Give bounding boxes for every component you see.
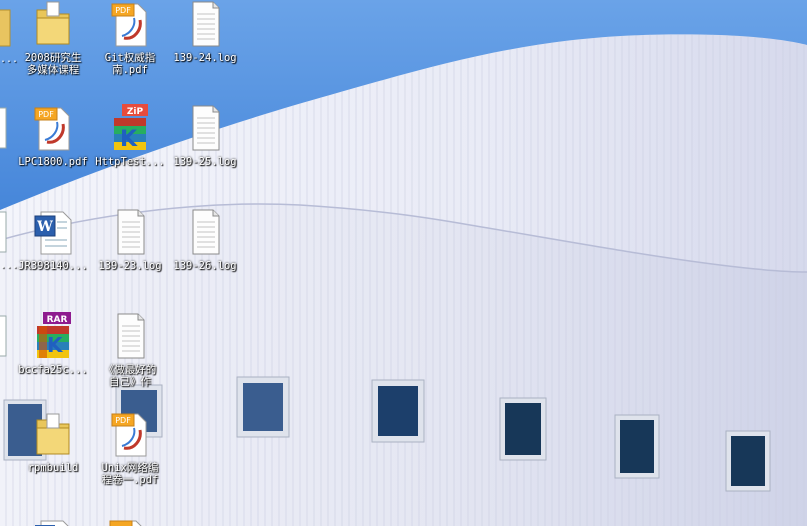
text-file-icon <box>185 208 225 256</box>
partial-icon-bottom-1[interactable] <box>33 515 73 526</box>
icon-label: bccfa25c... <box>18 364 88 376</box>
desktop-icon-139-24-log[interactable]: 139-24.log <box>168 0 242 96</box>
icon-label: 2008研究生 多媒体课程 <box>24 52 82 76</box>
desktop-icon-lpc1800-pdf[interactable]: PDF LPC1800.pdf <box>16 104 90 200</box>
zip-archive-icon: ZiP K <box>110 104 150 152</box>
svg-text:PDF: PDF <box>115 416 131 425</box>
folder-icon <box>33 410 73 458</box>
desktop-icon-139-23-log[interactable]: 139-23.log <box>93 208 167 304</box>
icon-label: rpmbuild <box>27 462 79 474</box>
svg-text:W: W <box>36 219 53 235</box>
desktop-icon-rpmbuild-folder[interactable]: rpmbuild <box>16 410 90 506</box>
partial-icon-bottom-2[interactable] <box>108 515 148 526</box>
desktop-icon-139-26-log[interactable]: 139-26.log <box>168 208 242 304</box>
partial-icon-left-2[interactable] <box>0 104 14 152</box>
svg-text:K: K <box>120 127 138 152</box>
word-document-icon: W <box>33 208 73 256</box>
icon-label: 139-23.log <box>98 260 162 272</box>
folder-icon <box>33 0 73 48</box>
rar-archive-icon: RAR K <box>33 312 73 360</box>
icon-label: Unix网络编 程卷一.pdf <box>101 462 159 486</box>
icon-label: 139-26.log <box>173 260 237 272</box>
svg-text:RAR: RAR <box>47 315 68 325</box>
svg-text:ZiP: ZiP <box>127 107 144 117</box>
icon-label: HttpTest... <box>95 156 165 168</box>
icon-label: Git权威指 南.pdf <box>104 52 156 76</box>
text-file-icon <box>185 104 225 152</box>
icon-label: LPC1800.pdf <box>18 156 88 168</box>
partial-icon-top-left[interactable] <box>0 2 14 50</box>
edge-label-2: ... <box>0 260 19 271</box>
svg-text:PDF: PDF <box>38 110 54 119</box>
partial-icon-left-3[interactable] <box>0 208 14 256</box>
icon-label: 139-24.log <box>173 52 237 64</box>
pdf-icon: PDF <box>33 104 73 152</box>
desktop-icon-jr398140-doc[interactable]: W JR398140... <box>16 208 90 304</box>
icon-label: 《做最好的 自己》作 <box>103 364 157 388</box>
desktop-icon-be-your-best-self[interactable]: 《做最好的 自己》作 <box>93 312 167 408</box>
desktop[interactable]: ... ... 2008研究生 多媒体课程 PDF LPC1800.pdf W … <box>0 0 807 526</box>
desktop-icon-139-25-log[interactable]: 139-25.log <box>168 104 242 200</box>
svg-text:K: K <box>47 333 64 357</box>
pdf-icon: PDF <box>110 0 150 48</box>
text-file-icon <box>185 0 225 48</box>
text-file-icon <box>110 208 150 256</box>
desktop-icon-git-guide-pdf[interactable]: PDF Git权威指 南.pdf <box>93 0 167 96</box>
desktop-icon-httptest-zip[interactable]: ZiP K HttpTest... <box>93 104 167 200</box>
desktop-icon-bccfa25c-rar[interactable]: RAR K bccfa25c... <box>16 312 90 408</box>
edge-label-1: ... <box>0 54 19 65</box>
text-file-icon <box>110 312 150 360</box>
partial-icon-left-4[interactable] <box>0 312 14 360</box>
icon-label: JR398140... <box>18 260 88 272</box>
pdf-icon: PDF <box>110 410 150 458</box>
icon-label: 139-25.log <box>173 156 237 168</box>
svg-text:PDF: PDF <box>115 6 131 15</box>
desktop-icon-unix-network-pdf[interactable]: PDF Unix网络编 程卷一.pdf <box>93 410 167 506</box>
desktop-icon-2008-course-folder[interactable]: 2008研究生 多媒体课程 <box>16 0 90 96</box>
